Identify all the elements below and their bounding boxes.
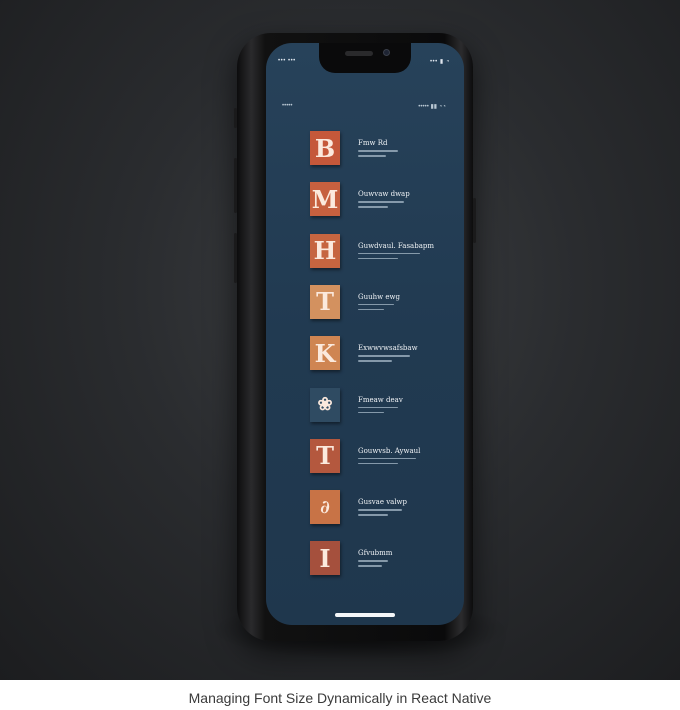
tile-glyph: M: [311, 184, 339, 214]
list-item-title: Gfvubmm: [358, 549, 393, 558]
subtitle-placeholder-line: [358, 509, 402, 511]
power-button: [473, 198, 476, 243]
list-item-title: Guwdvaul. Fasabapm: [358, 241, 434, 250]
subtitle-placeholder-line: [358, 457, 416, 460]
letter-h-icon: H: [310, 233, 340, 268]
list-item-title: Ouwvaw dwap: [358, 190, 410, 199]
front-camera-icon: [383, 49, 390, 56]
status-bar-left: ••• •••: [278, 58, 296, 64]
tile-glyph: K: [314, 338, 336, 368]
subtitle-placeholder-line: [358, 308, 384, 311]
tile-glyph: T: [316, 287, 334, 317]
list-item[interactable]: ❀ Fmeaw deav: [310, 387, 460, 428]
phone-screen: ••• ••• ••• ▮ ◔ ••••• ••••• ▮▮ ◔◔ B Fmw R…: [266, 43, 464, 625]
subtitle-placeholder-line: [358, 206, 388, 208]
list-item[interactable]: K Exwwvwsafsbaw: [310, 336, 460, 376]
tile-glyph: T: [316, 441, 334, 471]
subtitle-placeholder-line: [358, 201, 404, 203]
letter-i-icon: I: [310, 541, 340, 576]
mute-switch: [234, 108, 237, 128]
tile-glyph: I: [319, 543, 331, 573]
letter-t-icon: T: [310, 438, 340, 473]
list-item-title: Guuhw ewg: [358, 292, 400, 301]
letter-m-icon: M: [310, 182, 340, 217]
tile-glyph: H: [313, 236, 337, 266]
list-item-title: Gouwvsb. Aywaul: [358, 446, 421, 455]
script-swash-icon: ∂: [310, 490, 340, 525]
header-left: •••••: [282, 103, 293, 109]
product-photo-background: ••• ••• ••• ▮ ◔ ••••• ••••• ▮▮ ◔◔ B Fmw R…: [0, 0, 680, 680]
list-item-title: Exwwvwsafsbaw: [358, 344, 418, 353]
subtitle-placeholder-line: [358, 560, 388, 562]
list-item[interactable]: T Gouwvsb. Aywaul: [310, 438, 460, 479]
list-item[interactable]: T Guuhw ewg: [310, 284, 460, 325]
notch: [319, 43, 411, 73]
subtitle-placeholder-line: [358, 303, 394, 306]
letter-t-icon: T: [310, 284, 340, 319]
tile-glyph: B: [314, 133, 336, 163]
subtitle-placeholder-line: [358, 406, 398, 408]
tile-glyph: ∂: [320, 496, 330, 518]
letter-b-icon: B: [310, 131, 340, 165]
list-item-title: Fmw Rd: [358, 139, 388, 147]
subtitle-placeholder-line: [358, 257, 398, 260]
home-indicator[interactable]: [335, 613, 395, 617]
list-item[interactable]: ∂ Gusvae valwp: [310, 490, 460, 530]
status-bar-right: ••• ▮ ◔: [429, 59, 450, 65]
subtitle-placeholder-line: [358, 360, 392, 362]
list-item-title: Gusvae valwp: [358, 498, 408, 507]
floral-pattern-icon: ❀: [310, 387, 340, 422]
list-item-title: Fmeaw deav: [358, 395, 403, 404]
image-caption: Managing Font Size Dynamically in React …: [188, 690, 492, 706]
list-item[interactable]: B Fmw Rd: [310, 131, 460, 171]
volume-up-button: [234, 158, 237, 213]
subtitle-placeholder-line: [358, 150, 398, 152]
letter-k-icon: K: [310, 336, 340, 371]
subtitle-placeholder-line: [358, 155, 386, 157]
list-item[interactable]: M Ouwvaw dwap: [310, 182, 460, 222]
volume-down-button: [234, 233, 237, 283]
list-item[interactable]: I Gfvubmm: [310, 541, 460, 581]
subtitle-placeholder-line: [358, 252, 420, 255]
subtitle-placeholder-line: [358, 514, 388, 516]
subtitle-placeholder-line: [358, 565, 382, 567]
subtitle-placeholder-line: [358, 355, 410, 357]
speaker-grille: [345, 51, 373, 56]
header-right: ••••• ▮▮ ◔◔: [418, 104, 446, 110]
subtitle-placeholder-line: [358, 462, 398, 465]
tile-glyph: ❀: [317, 394, 333, 415]
list-item[interactable]: H Guwdvaul. Fasabapm: [310, 233, 460, 274]
subtitle-placeholder-line: [358, 411, 384, 413]
